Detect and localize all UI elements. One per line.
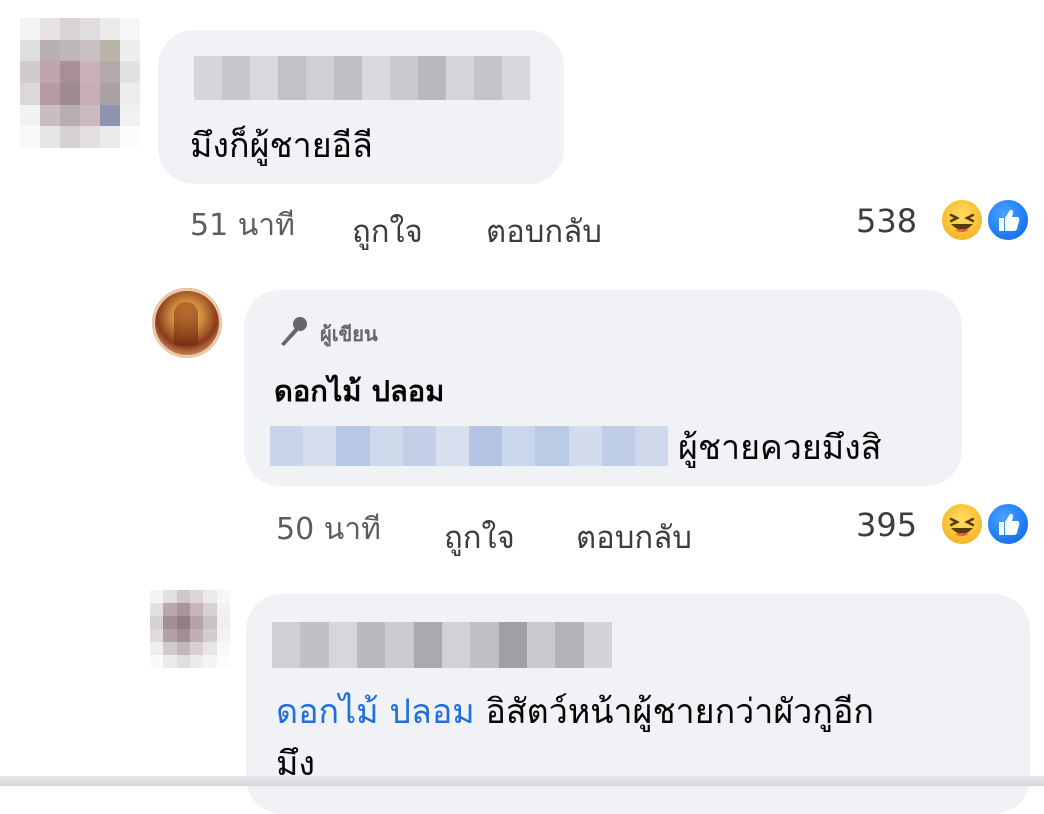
reaction-count[interactable]: 395 (856, 506, 917, 544)
avatar[interactable] (152, 288, 222, 358)
bottom-edge (0, 776, 1044, 786)
avatar[interactable] (150, 590, 230, 668)
reply-button[interactable]: ตอบกลับ (486, 206, 602, 256)
reply-button[interactable]: ตอบกลับ (576, 512, 692, 562)
mention-redacted[interactable] (270, 426, 669, 466)
like-button[interactable]: ถูกใจ (444, 512, 515, 562)
comment-bubble: มึงก็ผู้ชายอีลี (158, 30, 564, 184)
mention-link[interactable]: ดอกไม้ ปลอม (276, 692, 475, 732)
reaction-count[interactable]: 538 (856, 202, 917, 240)
microphone-icon (276, 314, 310, 348)
comment-bubble: ผู้เขียน ดอกไม้ ปลอม ผู้ชายควยมึงสิ (244, 290, 962, 486)
like-button[interactable]: ถูกใจ (352, 206, 423, 256)
like-icon (986, 502, 1030, 546)
comment-text: มึงก็ผู้ชายอีลี (190, 126, 373, 166)
author-name[interactable]: ดอกไม้ ปลอม (274, 368, 444, 414)
author-badge: ผู้เขียน (320, 322, 378, 346)
haha-icon (940, 502, 984, 546)
avatar[interactable] (20, 18, 140, 148)
comment-timestamp[interactable]: 50 นาที (276, 506, 381, 553)
like-icon (986, 198, 1030, 242)
haha-icon (940, 198, 984, 242)
comment-text-line1: อิสัตว์หน้าผู้ชายกว่าผัวกูอีก (485, 692, 874, 732)
commenter-name-redacted[interactable] (194, 56, 530, 100)
comment-text: ดอกไม้ ปลอม อิสัตว์หน้าผู้ชายกว่าผัวกูอี… (276, 690, 874, 734)
commenter-name-redacted[interactable] (272, 622, 612, 668)
comment-text: ผู้ชายควยมึงสิ (678, 428, 882, 468)
comment-timestamp[interactable]: 51 นาที (190, 202, 295, 249)
